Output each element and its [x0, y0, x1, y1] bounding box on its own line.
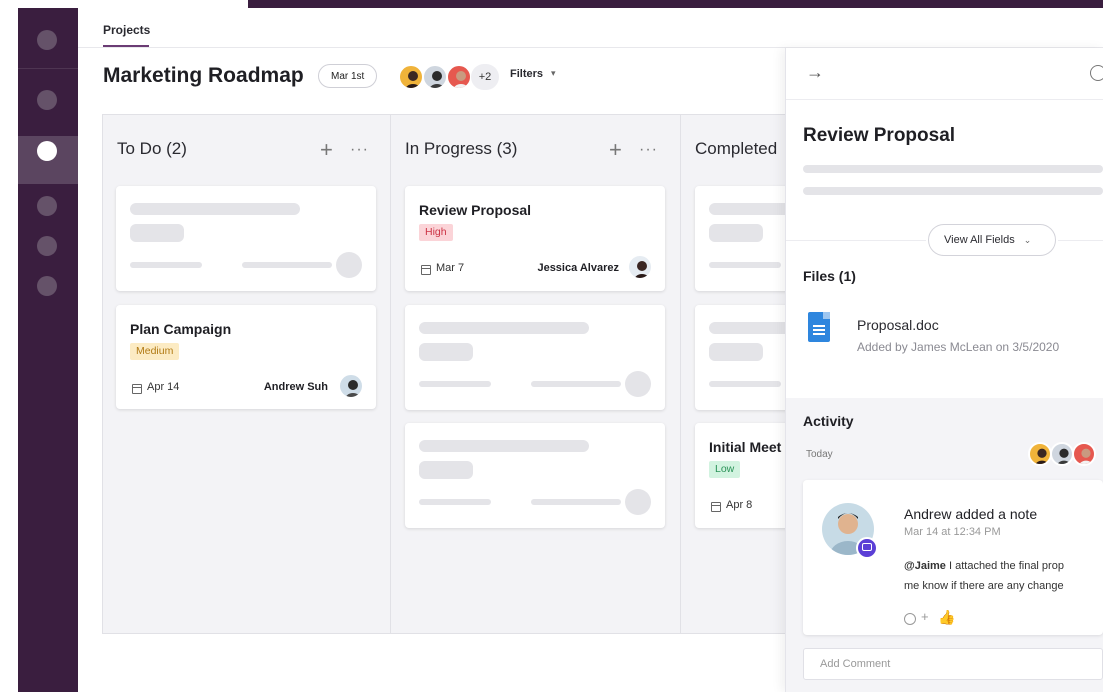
avatar[interactable] — [1072, 442, 1096, 466]
add-reaction-icon[interactable]: + — [921, 609, 929, 624]
note-title: Andrew added a note — [904, 506, 1038, 522]
thumbs-up-icon[interactable]: 👍 — [938, 609, 955, 626]
calendar-icon — [711, 502, 721, 512]
due-date: Apr 14 — [147, 381, 180, 393]
chevron-down-icon[interactable]: ▾ — [551, 68, 556, 79]
avatar[interactable] — [1028, 442, 1052, 466]
breadcrumb[interactable]: Projects — [103, 23, 150, 37]
panel-divider — [786, 99, 1103, 100]
column-divider — [680, 114, 681, 634]
column-title-in-progress: In Progress (3) — [405, 139, 518, 158]
arrow-right-icon[interactable]: → — [806, 62, 824, 83]
page-title: Marketing Roadmap — [103, 64, 304, 87]
panel-title: Review Proposal — [803, 125, 956, 146]
avatar[interactable] — [398, 64, 424, 90]
card-title: Plan Campaign — [130, 321, 232, 337]
sidebar-nav-item[interactable] — [37, 276, 57, 296]
more-members-count[interactable]: +2 — [471, 64, 499, 90]
view-all-fields-label: View All Fields — [944, 234, 1015, 246]
avatar[interactable] — [422, 64, 448, 90]
date-pill[interactable]: Mar 1st — [318, 64, 378, 88]
check-circle-icon[interactable] — [1090, 65, 1103, 81]
smiley-icon[interactable] — [904, 613, 916, 625]
card-placeholder[interactable] — [405, 305, 665, 410]
note-text-line: I attached the final prop — [945, 560, 1064, 572]
add-card-icon[interactable]: + — [320, 139, 333, 161]
card-title: Initial Meet — [709, 439, 782, 455]
column-divider — [390, 114, 391, 634]
assignee-name: Andrew Suh — [263, 381, 328, 393]
task-card[interactable]: Initial Meet Low Apr 8 — [695, 423, 795, 528]
panel-divider — [1058, 240, 1103, 241]
calendar-icon — [132, 384, 142, 394]
chevron-down-icon: ⌄ — [1023, 235, 1032, 245]
avatar[interactable] — [627, 254, 653, 280]
task-card[interactable]: Review Proposal High Mar 7 Jessica Alvar… — [405, 186, 665, 291]
avatar[interactable] — [1050, 442, 1074, 466]
column-title-todo: To Do (2) — [117, 139, 187, 158]
sidebar — [18, 8, 78, 692]
due-date: Apr 8 — [726, 499, 753, 511]
filters-button[interactable]: Filters — [510, 68, 543, 80]
card-placeholder[interactable] — [695, 305, 795, 410]
due-date: Mar 7 — [436, 262, 465, 274]
card-placeholder[interactable] — [116, 186, 376, 291]
add-card-icon[interactable]: + — [609, 139, 622, 161]
sidebar-nav-item[interactable] — [37, 196, 57, 216]
priority-badge: High — [419, 224, 453, 241]
note-timestamp: Mar 14 at 12:34 PM — [904, 526, 1001, 538]
sidebar-divider — [18, 68, 78, 69]
add-comment-input[interactable]: Add Comment — [803, 648, 1103, 680]
sidebar-nav-item-active[interactable] — [37, 141, 57, 161]
panel-divider — [786, 240, 926, 241]
note-text-line: me know if there are any change — [904, 580, 1064, 592]
placeholder-line — [803, 187, 1103, 195]
comment-icon — [856, 537, 878, 559]
task-card[interactable]: Plan Campaign Medium Apr 14 Andrew Suh — [116, 305, 376, 409]
activity-date-label: Today — [806, 449, 833, 460]
document-icon — [808, 312, 830, 342]
card-placeholder[interactable] — [405, 423, 665, 528]
activity-heading: Activity — [803, 413, 854, 429]
placeholder-line — [803, 165, 1103, 173]
column-title-completed: Completed — [695, 139, 778, 158]
avatar[interactable] — [446, 64, 472, 90]
priority-badge: Medium — [130, 343, 180, 360]
card-placeholder[interactable] — [695, 186, 795, 291]
card-title: Review Proposal — [419, 202, 532, 218]
view-all-fields-button[interactable]: View All Fields ⌄ — [928, 224, 1056, 256]
file-name-link[interactable]: Proposal.doc — [857, 317, 939, 333]
sidebar-nav-item[interactable] — [37, 90, 57, 110]
calendar-icon — [421, 265, 431, 275]
page-margin — [0, 0, 18, 692]
mention-link[interactable]: @Jaime — [904, 560, 946, 572]
window-top-strip — [248, 0, 1103, 8]
more-options-icon[interactable]: ··· — [350, 142, 369, 158]
assignee-name: Jessica Alvarez — [537, 262, 619, 274]
sidebar-nav-item[interactable] — [37, 236, 57, 256]
sidebar-nav-item[interactable] — [37, 30, 57, 50]
note-body: @Jaime I attached the final prop me know… — [904, 556, 1103, 596]
priority-badge: Low — [709, 461, 741, 478]
more-options-icon[interactable]: ··· — [639, 142, 658, 158]
files-heading: Files (1) — [803, 268, 856, 284]
avatar[interactable] — [338, 373, 364, 399]
file-meta: Added by James McLean on 3/5/2020 — [857, 340, 1060, 354]
